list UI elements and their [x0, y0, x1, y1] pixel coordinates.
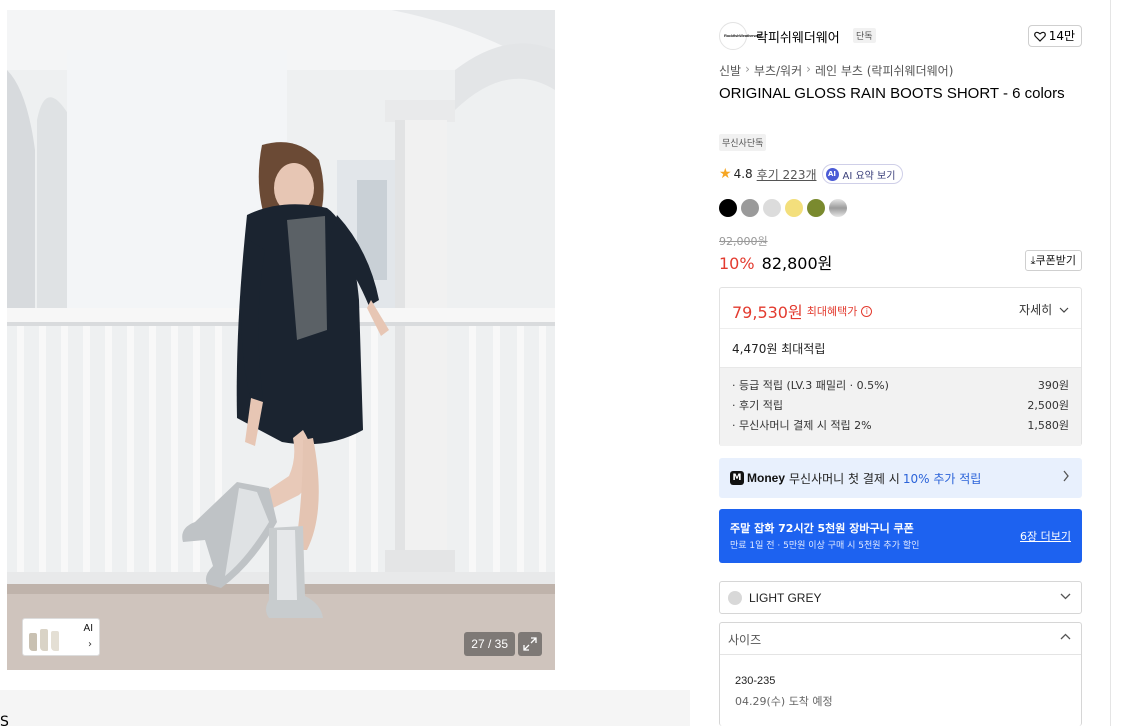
thumbnail-ai-label: AI [83, 623, 93, 634]
below-image-strip [0, 690, 690, 726]
expand-button[interactable] [518, 632, 542, 656]
chevron-right-icon [1063, 470, 1069, 482]
max-benefit-price: 79,530원 [732, 303, 803, 322]
chevron-up-icon [1060, 633, 1071, 640]
thumbnail-boots-image [27, 623, 77, 651]
info-icon[interactable]: i [861, 305, 873, 317]
money-text: 무신사머니 첫 결제 시 [789, 471, 900, 486]
coupon-download-button[interactable]: ⤓쿠폰받기 [1024, 250, 1082, 271]
breadcrumb: 신발 › 부츠/워커 › 레인 부츠 (락피쉬웨더웨어) [719, 62, 953, 79]
brand-exclusive-badge: 단독 [853, 28, 876, 43]
points-list: · 등급 적립 (LV.3 패밀리 · 0.5%) 390원 · 후기 적립 2,5… [720, 367, 1081, 446]
brand-row: RockfishWeatherwear 락피쉬웨더웨어 단독 14만 [719, 22, 1082, 50]
chevron-right-icon: › [88, 639, 92, 650]
ai-thumbnail-button[interactable]: AI › [22, 618, 100, 656]
points-item: · 후기 적립 2,500원 [732, 399, 1069, 412]
benefit-detail-toggle[interactable]: 자세히 [1019, 301, 1069, 318]
points-item: · 등급 적립 (LV.3 패밀리 · 0.5%) 390원 [732, 379, 1069, 392]
size-arrival-date: 04.29(수) 도착 예정 [735, 695, 833, 708]
reviews-link[interactable]: 후기 223개 [757, 166, 817, 183]
musinsa-money-banner[interactable]: M Money 무신사머니 첫 결제 시 10% 추가 적립 [719, 458, 1082, 498]
breadcrumb-item[interactable]: 레인 부츠 (락피쉬웨더웨어) [815, 62, 953, 79]
exclusive-tag: 무신사단독 [719, 134, 767, 151]
chevron-right-icon: › [745, 62, 750, 76]
product-info-panel: RockfishWeatherwear 락피쉬웨더웨어 단독 14만 신발 › … [704, 10, 1097, 726]
color-swatches [719, 199, 847, 217]
like-button[interactable]: 14만 [1027, 25, 1082, 47]
original-price: 92,000원 [719, 235, 768, 248]
size-select-header[interactable]: 사이즈 [720, 623, 1081, 655]
max-benefit-label: 최대혜택가 [806, 305, 858, 318]
color-select[interactable]: LIGHT GREY [719, 581, 1082, 614]
brand-logo[interactable]: RockfishWeatherwear [719, 22, 762, 50]
money-icon: M [730, 471, 744, 485]
color-swatch[interactable] [829, 199, 847, 217]
expand-icon [523, 637, 537, 651]
product-photo-scene [7, 10, 555, 670]
cart-coupon-banner[interactable]: 주말 잡화 72시간 5천원 장바구니 쿠폰 만료 1일 전 · 5만원 이상 … [719, 509, 1082, 563]
points-total: 4,470원 최대적립 [732, 342, 826, 356]
color-swatch[interactable] [741, 199, 759, 217]
image-counter: 27 / 35 [464, 632, 515, 656]
size-option[interactable]: 230-235 [735, 675, 775, 687]
sale-price: 82,800원 [761, 254, 833, 273]
chevron-down-icon [1059, 307, 1069, 313]
chevron-right-icon: › [806, 62, 811, 76]
money-brand: Money [747, 471, 786, 485]
color-swatch[interactable] [807, 199, 825, 217]
product-image[interactable]: AI › 27 / 35 [7, 10, 555, 670]
ai-summary-label: AI 요약 보기 [842, 170, 896, 182]
money-highlight: 10% 추가 적립 [902, 471, 982, 486]
color-swatch[interactable] [719, 199, 737, 217]
points-item: · 무신사머니 결제 시 적립 2% 1,580원 [732, 419, 1069, 432]
divider [720, 328, 1081, 329]
scrollbar-track [1110, 0, 1111, 726]
breadcrumb-item[interactable]: 신발 [719, 62, 741, 79]
coupon-banner-subtitle: 만료 1일 전 · 5만원 이상 구매 시 5천원 추가 할인 [730, 541, 920, 551]
more-coupons-link[interactable]: 6장 더보기 [1020, 528, 1071, 544]
cut-off-heading: S [0, 714, 9, 726]
color-swatch[interactable] [785, 199, 803, 217]
brand-name[interactable]: 락피쉬웨더웨어 [756, 27, 840, 46]
breadcrumb-item[interactable]: 부츠/워커 [754, 62, 802, 79]
chevron-down-icon [1060, 593, 1071, 600]
ai-icon: AI [825, 167, 839, 181]
rating-value: 4.8 [733, 167, 753, 181]
selected-color-dot [728, 591, 742, 605]
selected-color-value: LIGHT GREY [749, 591, 822, 605]
star-icon: ★ [719, 166, 732, 182]
discount-rate: 10% [719, 254, 755, 273]
price-row: 10% 82,800원 [719, 250, 832, 274]
max-benefit-header: 79,530원 최대혜택가 i [732, 299, 873, 323]
max-benefit-box: 79,530원 최대혜택가 i 자세히 4,470원 최대적립 · 등급 적립 … [719, 287, 1082, 446]
size-label: 사이즈 [728, 633, 762, 647]
product-title: ORIGINAL GLOSS RAIN BOOTS SHORT - 6 colo… [719, 85, 1065, 102]
size-select: 사이즈 230-235 04.29(수) 도착 예정 [719, 622, 1082, 726]
heart-icon [1033, 31, 1046, 42]
coupon-banner-title: 주말 잡화 72시간 5천원 장바구니 쿠폰 [730, 522, 914, 535]
color-swatch[interactable] [763, 199, 781, 217]
like-count: 14만 [1048, 29, 1075, 43]
ai-summary-button[interactable]: AI AI 요약 보기 [821, 164, 904, 184]
rating-row: ★ 4.8 후기 223개 AI AI 요약 보기 [719, 164, 904, 184]
